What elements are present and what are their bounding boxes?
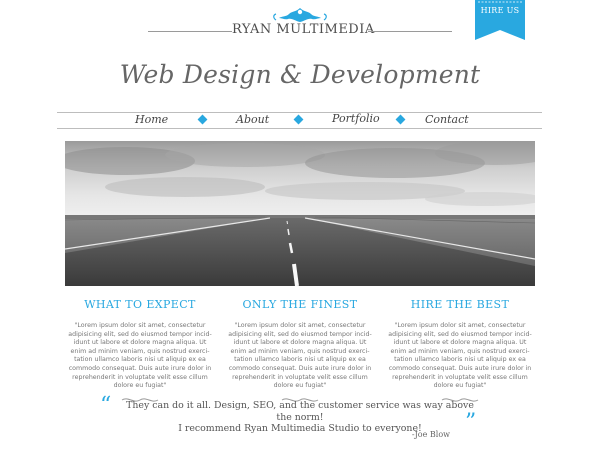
hire-us-ribbon[interactable]: HIRE US [475,0,525,40]
column-text: "Lorem ipsum dolor sit amet, consectetur… [388,322,532,390]
nav-item-contact[interactable]: Contact [425,113,469,126]
nav-item-portfolio[interactable]: Portfolio [332,112,380,125]
column-title: HIRE THE BEST [410,298,510,311]
site-tagline: Web Design & Development [119,60,481,89]
nav-diamond-icon [293,114,304,125]
road-landscape-photo [65,141,535,286]
nav-rule-top [57,112,542,113]
column-text: "Lorem ipsum dolor sit amet, consectetur… [68,322,212,390]
nav-diamond-icon [197,114,208,125]
logo-divider-right [368,31,452,32]
site-logo[interactable]: RYAN MULTIMEDIA [232,22,374,37]
nav-rule-bottom [57,128,542,129]
nav-item-home[interactable]: Home [135,113,168,126]
nav-diamond-icon [395,114,406,125]
site-header: RYAN MULTIMEDIA HIRE US Web Design & Dev… [0,0,600,110]
column-title: ONLY THE FINEST [242,298,358,311]
close-quote-icon: ” [465,410,477,435]
testimonial-author: -Joe Blow [411,430,450,439]
column-hire-the-best: HIRE THE BEST "Lorem ipsum dolor sit ame… [385,298,535,404]
logo-divider-left [148,31,232,32]
hero-image [65,141,535,286]
column-only-the-finest: ONLY THE FINEST "Lorem ipsum dolor sit a… [225,298,375,404]
hire-us-label[interactable]: HIRE US [475,6,525,15]
column-what-to-expect: WHAT TO EXPECT "Lorem ipsum dolor sit am… [65,298,215,404]
open-quote-icon: “ [100,393,112,418]
column-title: WHAT TO EXPECT [84,298,196,311]
nav-item-about[interactable]: About [236,113,269,126]
testimonial-line-1: They can do it all. Design, SEO, and the… [126,400,474,423]
column-text: "Lorem ipsum dolor sit amet, consectetur… [228,322,372,390]
